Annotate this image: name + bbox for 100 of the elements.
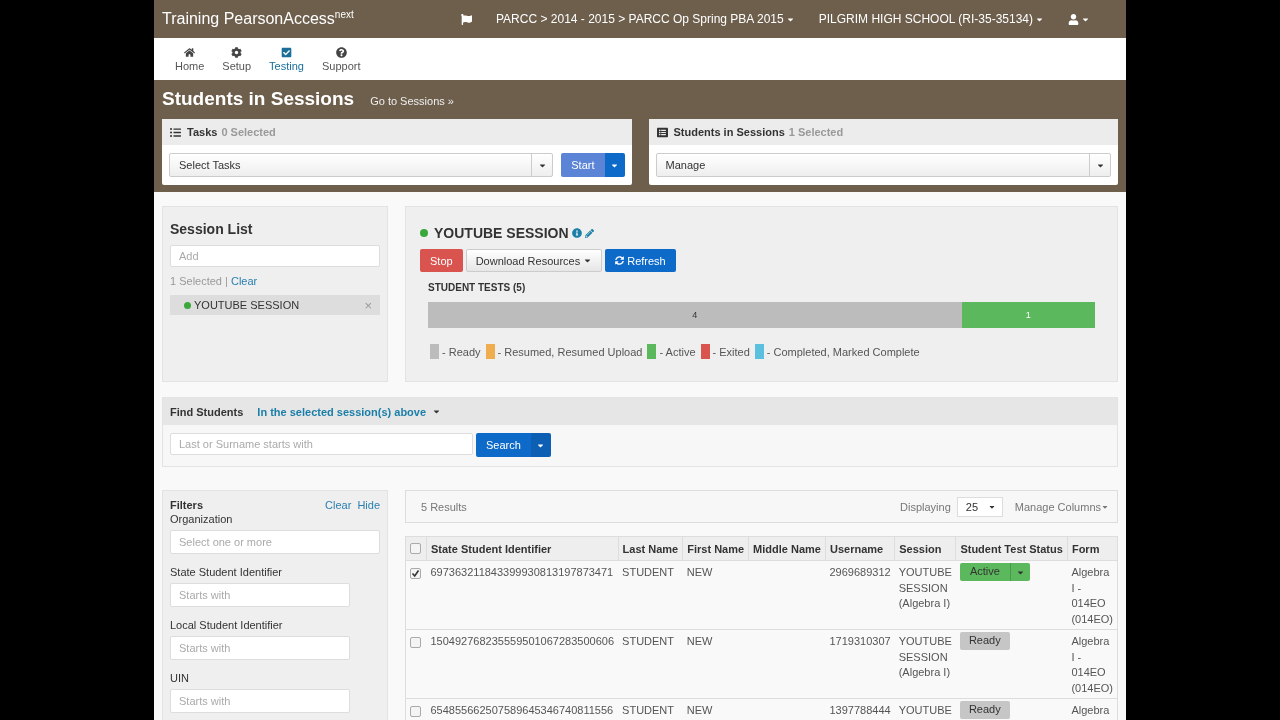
find-title: Find Students <box>170 405 244 418</box>
organization-dropdown[interactable]: PILGRIM HIGH SCHOOL (RI-35-35134) <box>818 12 1044 26</box>
page-size-select[interactable]: 25 <box>956 496 1003 517</box>
list-icon <box>170 126 181 138</box>
table-cell: Algebra I - 014EO (014EO) <box>1067 560 1118 630</box>
nav-tab[interactable]: Support <box>312 38 370 80</box>
scope-dropdown[interactable]: In the selected session(s) above <box>257 405 442 418</box>
legend-label: - Ready <box>442 345 481 358</box>
help-icon <box>335 46 347 58</box>
status-caret-button[interactable] <box>1009 563 1030 581</box>
hide-link[interactable]: Hide <box>357 499 380 511</box>
session-item[interactable]: YOUTUBE SESSION × <box>170 295 380 315</box>
start-caret-button[interactable] <box>604 153 625 177</box>
table-cell: YOUTUBE SESSION (Algebra I) <box>894 560 956 630</box>
table-cell: Algebra <box>1067 698 1118 720</box>
check-icon <box>411 569 420 578</box>
add-session-field[interactable]: Add <box>170 245 380 267</box>
info-icon[interactable] <box>571 228 582 238</box>
table-cell: Algebra I - 014EO (014EO) <box>1067 629 1118 699</box>
tasks-select[interactable]: Select Tasks <box>169 153 554 177</box>
refresh-icon <box>615 256 625 265</box>
filter-field[interactable]: Starts with <box>170 583 350 607</box>
manage-columns-dropdown[interactable]: Manage Columns <box>1014 500 1109 513</box>
session-list-title: Session List <box>170 221 254 237</box>
results-count: 5 Results <box>421 500 468 513</box>
table-cell: STUDENT <box>618 560 683 630</box>
flag-icon[interactable] <box>461 13 472 25</box>
stop-button[interactable]: Stop <box>420 249 463 272</box>
bar-segment: 4 <box>428 302 962 328</box>
select-all-checkbox[interactable] <box>410 543 421 554</box>
selected-count: 1 Selected <box>170 275 222 287</box>
clear-link[interactable]: Clear <box>230 275 258 287</box>
displaying-label: Displaying <box>900 500 951 513</box>
surname-field[interactable]: Last or Surname starts with <box>170 433 473 455</box>
row-checkbox[interactable] <box>410 637 421 648</box>
table-cell: YOUTUBE <box>894 698 956 720</box>
column-header[interactable]: Student Test Status <box>955 536 1068 561</box>
table-cell: 1719310307 <box>825 629 895 699</box>
column-header[interactable]: Middle Name <box>748 536 826 561</box>
column-header[interactable]: Username <box>825 536 895 561</box>
status-button[interactable]: Ready <box>959 701 1010 719</box>
home-icon <box>184 46 196 58</box>
list-icon <box>656 126 668 138</box>
panel-title: Students in Sessions 1 Selected <box>673 126 844 138</box>
filter-label: Local Student Identifier <box>170 619 284 631</box>
status-button[interactable]: Ready <box>959 632 1010 650</box>
user-icon <box>1068 13 1079 25</box>
column-header[interactable]: First Name <box>682 536 749 561</box>
legend-label: - Exited <box>712 345 750 358</box>
column-header[interactable]: Last Name <box>618 536 683 561</box>
filter-field[interactable]: Starts with <box>170 689 350 713</box>
table-cell: 150492768235559501067283500606 <box>426 629 619 699</box>
clear-link[interactable]: Clear <box>325 499 352 511</box>
filter-field[interactable]: Select one or more <box>170 530 380 554</box>
brand-title: Training PearsonAccess$^{next}$ <box>162 9 355 29</box>
separator: | <box>225 275 228 287</box>
user-menu[interactable] <box>1068 13 1090 25</box>
status-button[interactable]: Active <box>959 563 1010 581</box>
refresh-button[interactable]: Refresh <box>605 249 676 272</box>
column-header[interactable]: Form <box>1067 536 1118 561</box>
student-tests-label: STUDENT TESTS (5) <box>428 282 527 293</box>
caret-icon <box>583 256 593 265</box>
filter-label: Organization <box>170 513 234 525</box>
table-cell: 2969689312 <box>825 560 895 630</box>
legend-label: - Completed, Marked Complete <box>766 345 920 358</box>
table-cell: STUDENT <box>618 629 683 699</box>
filter-label: UIN <box>170 672 190 684</box>
settings-icon <box>231 46 243 58</box>
table-cell: 1397788444 <box>825 698 895 720</box>
page-title: Students in Sessions <box>162 88 355 110</box>
edit-icon[interactable] <box>584 228 594 238</box>
checkbox-icon <box>281 46 292 58</box>
filter-field[interactable]: Starts with <box>170 636 350 660</box>
breadcrumb-dropdown[interactable]: PARCC > 2014 - 2015 > PARCC Op Spring PBA 2015 <box>496 12 795 26</box>
sessions-link[interactable]: Go to Sessions » <box>370 95 454 107</box>
nav-tab[interactable]: Setup <box>213 38 261 80</box>
nav-tab[interactable]: Home <box>166 38 214 80</box>
row-checkbox[interactable] <box>410 568 421 579</box>
download-resources-button[interactable]: Download Resources <box>465 249 603 272</box>
bar-segment: 1 <box>961 302 1095 328</box>
column-header[interactable]: Session <box>894 536 956 561</box>
caret-icon <box>432 407 442 416</box>
search-caret-button[interactable] <box>530 433 551 457</box>
legend-label: - Resumed, Resumed Upload <box>497 345 643 358</box>
table-cell: NEW <box>682 629 749 699</box>
manage-select[interactable]: Manage <box>655 153 1111 177</box>
row-checkbox[interactable] <box>410 706 421 717</box>
nav-tab[interactable]: Testing <box>260 38 313 80</box>
start-button[interactable]: Start <box>561 153 605 177</box>
column-header[interactable]: State Student Identifier <box>426 536 619 561</box>
legend-label: - Active <box>659 345 696 358</box>
session-title: YOUTUBE SESSION <box>434 225 569 241</box>
search-button[interactable]: Search <box>476 433 531 457</box>
panel-title: Tasks 0 Selected <box>187 126 276 138</box>
table-cell: STUDENT <box>618 698 683 720</box>
table-cell: NEW <box>682 560 749 630</box>
filters-title: Filters <box>170 499 204 511</box>
table-cell: YOUTUBE SESSION (Algebra I) <box>894 629 956 699</box>
table-cell: 654855662507589645346740811556 <box>426 698 619 720</box>
table-cell: NEW <box>682 698 749 720</box>
